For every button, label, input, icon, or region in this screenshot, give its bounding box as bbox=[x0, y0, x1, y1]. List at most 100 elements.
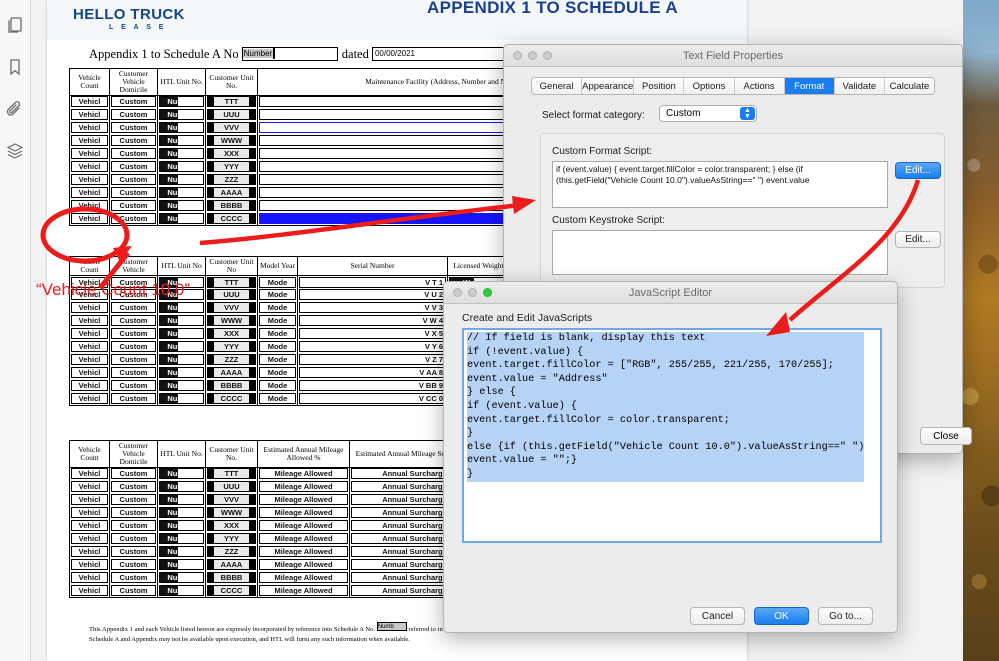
htl-unit-field[interactable]: Number bbox=[159, 315, 204, 326]
customer-unit-field[interactable]: CCCC bbox=[207, 393, 256, 404]
model-year-field[interactable]: Mode bbox=[259, 393, 296, 404]
htl-unit-field[interactable]: Number bbox=[159, 161, 204, 172]
tab-position[interactable]: Position bbox=[634, 78, 684, 94]
customer-unit-field[interactable]: WWW bbox=[207, 315, 256, 326]
customer-unit-field[interactable]: CCCC bbox=[207, 213, 256, 224]
customer-unit-field[interactable]: ZZZ bbox=[207, 174, 256, 185]
model-year-field[interactable]: Mode bbox=[259, 380, 296, 391]
domicile-field[interactable]: Custom bbox=[111, 546, 156, 557]
vehicle-count-field[interactable]: Vehicl bbox=[71, 533, 108, 544]
domicile-field[interactable]: Custom bbox=[111, 585, 156, 596]
domicile-field[interactable]: Custom bbox=[111, 315, 156, 326]
mileage-allowed-field[interactable]: Mileage Allowed bbox=[259, 546, 348, 557]
customer-unit-field[interactable]: VVV bbox=[207, 494, 256, 505]
customer-unit-field[interactable]: CCCC bbox=[207, 585, 256, 596]
domicile-field[interactable]: Custom bbox=[111, 468, 156, 479]
serial-number-field[interactable]: V AA 8 bbox=[299, 367, 446, 378]
vehicle-count-field[interactable]: Vehicl bbox=[71, 354, 108, 365]
customer-unit-field[interactable]: UUU bbox=[207, 481, 256, 492]
pages-icon[interactable] bbox=[4, 14, 26, 36]
mileage-allowed-field[interactable]: Mileage Allowed bbox=[259, 494, 348, 505]
ok-button[interactable]: OK bbox=[754, 607, 809, 625]
footer-schedule-field[interactable]: Numb bbox=[377, 622, 407, 631]
vehicle-count-field[interactable]: Vehicl bbox=[71, 200, 108, 211]
bookmark-icon[interactable] bbox=[4, 56, 26, 78]
vehicle-count-field[interactable]: Vehicl bbox=[71, 393, 108, 404]
htl-unit-field[interactable]: Number bbox=[159, 481, 204, 492]
htl-unit-field[interactable]: Number bbox=[159, 380, 204, 391]
vehicle-count-field[interactable]: Vehicl bbox=[71, 585, 108, 596]
edit-format-script-button[interactable]: Edit... bbox=[895, 162, 941, 179]
domicile-field[interactable]: Custom bbox=[111, 393, 156, 404]
model-year-field[interactable]: Mode bbox=[259, 289, 296, 300]
htl-unit-field[interactable]: Number bbox=[159, 213, 204, 224]
htl-unit-field[interactable]: Number bbox=[159, 572, 204, 583]
customer-unit-field[interactable]: BBBB bbox=[207, 200, 256, 211]
serial-number-field[interactable]: V Y 6 bbox=[299, 341, 446, 352]
domicile-field[interactable]: Custom bbox=[111, 174, 156, 185]
domicile-field[interactable]: Custom bbox=[111, 213, 156, 224]
serial-number-field[interactable]: V V 3 bbox=[299, 302, 446, 313]
model-year-field[interactable]: Mode bbox=[259, 354, 296, 365]
mileage-allowed-field[interactable]: Mileage Allowed bbox=[259, 559, 348, 570]
custom-format-script-box[interactable]: if (event.value) { event.target.fillColo… bbox=[552, 161, 888, 208]
vehicle-count-field[interactable]: Vehicl bbox=[71, 302, 108, 313]
customer-unit-field[interactable]: AAAA bbox=[207, 367, 256, 378]
htl-unit-field[interactable]: Number bbox=[159, 367, 204, 378]
htl-unit-field[interactable]: Number bbox=[159, 122, 204, 133]
mileage-allowed-field[interactable]: Mileage Allowed bbox=[259, 468, 348, 479]
domicile-field[interactable]: Custom bbox=[111, 148, 156, 159]
customer-unit-field[interactable]: WWW bbox=[207, 507, 256, 518]
vehicle-count-field[interactable]: Vehicl bbox=[71, 481, 108, 492]
domicile-field[interactable]: Custom bbox=[111, 161, 156, 172]
htl-unit-field[interactable]: Number bbox=[159, 96, 204, 107]
domicile-field[interactable]: Custom bbox=[111, 109, 156, 120]
attachment-icon[interactable] bbox=[4, 98, 26, 120]
vehicle-count-field[interactable]: Vehicl bbox=[71, 135, 108, 146]
domicile-field[interactable]: Custom bbox=[111, 135, 156, 146]
vehicle-count-field[interactable]: Vehicl bbox=[71, 148, 108, 159]
customer-unit-field[interactable]: BBBB bbox=[207, 380, 256, 391]
dated-field[interactable]: 00/00/2021 bbox=[372, 47, 522, 61]
edit-keystroke-script-button[interactable]: Edit... bbox=[895, 231, 941, 248]
format-category-select[interactable]: Custom ▲▼ bbox=[659, 105, 757, 122]
domicile-field[interactable]: Custom bbox=[111, 328, 156, 339]
htl-unit-field[interactable]: Number bbox=[159, 494, 204, 505]
vehicle-count-field[interactable]: Vehicl bbox=[71, 109, 108, 120]
vehicle-count-field[interactable]: Vehicl bbox=[71, 341, 108, 352]
vehicle-count-field[interactable]: Vehicl bbox=[71, 546, 108, 557]
domicile-field[interactable]: Custom bbox=[111, 96, 156, 107]
htl-unit-field[interactable]: Number bbox=[159, 533, 204, 544]
domicile-field[interactable]: Custom bbox=[111, 354, 156, 365]
htl-unit-field[interactable]: Number bbox=[159, 559, 204, 570]
serial-number-field[interactable]: V X 5 bbox=[299, 328, 446, 339]
vehicle-count-field[interactable]: Vehicl bbox=[71, 213, 108, 224]
htl-unit-field[interactable]: Number bbox=[159, 328, 204, 339]
customer-unit-field[interactable]: WWW bbox=[207, 135, 256, 146]
model-year-field[interactable]: Mode bbox=[259, 328, 296, 339]
customer-unit-field[interactable]: TTT bbox=[207, 277, 256, 288]
vehicle-count-field[interactable]: Vehicl bbox=[71, 520, 108, 531]
tab-options[interactable]: Options bbox=[684, 78, 734, 94]
customer-unit-field[interactable]: VVV bbox=[207, 122, 256, 133]
model-year-field[interactable]: Mode bbox=[259, 367, 296, 378]
jse-zoom-window-button[interactable] bbox=[483, 288, 492, 297]
htl-unit-field[interactable]: Number bbox=[159, 148, 204, 159]
customer-unit-field[interactable]: AAAA bbox=[207, 559, 256, 570]
vehicle-count-field[interactable]: Vehicl bbox=[71, 367, 108, 378]
tab-validate[interactable]: Validate bbox=[835, 78, 885, 94]
htl-unit-field[interactable]: Number bbox=[159, 520, 204, 531]
domicile-field[interactable]: Custom bbox=[111, 367, 156, 378]
htl-unit-field[interactable]: Number bbox=[159, 174, 204, 185]
htl-unit-field[interactable]: Number bbox=[159, 546, 204, 557]
customer-unit-field[interactable]: ZZZ bbox=[207, 354, 256, 365]
close-button[interactable]: Close bbox=[920, 427, 972, 445]
serial-number-field[interactable]: V W 4 bbox=[299, 315, 446, 326]
htl-unit-field[interactable]: Number bbox=[159, 354, 204, 365]
domicile-field[interactable]: Custom bbox=[111, 520, 156, 531]
mileage-allowed-field[interactable]: Mileage Allowed bbox=[259, 533, 348, 544]
domicile-field[interactable]: Custom bbox=[111, 572, 156, 583]
htl-unit-field[interactable]: Number bbox=[159, 109, 204, 120]
close-window-button[interactable] bbox=[513, 51, 522, 60]
vehicle-count-field[interactable]: Vehicl bbox=[71, 468, 108, 479]
